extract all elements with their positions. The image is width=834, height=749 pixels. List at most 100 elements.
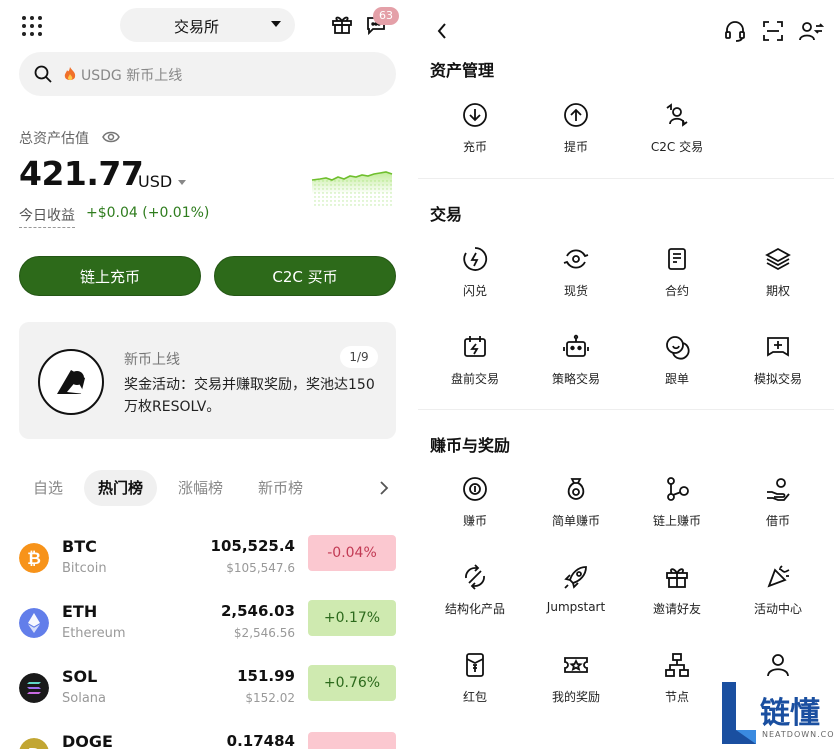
coin-symbol: DOGE	[62, 732, 113, 749]
section-title-earn: 赚币与奖励	[430, 436, 511, 455]
menu-item-label: 盘前交易	[450, 372, 499, 386]
services-screen: 资产管理 充币 提币 C2C 交易 交易 闪兑 现货 合约 期权 盘前交易 策略…	[418, 0, 834, 749]
c2c-icon	[666, 103, 688, 127]
node-icon	[665, 653, 689, 677]
menu-item-withdraw[interactable]: 提币	[526, 102, 626, 166]
resolv-logo-icon	[38, 349, 104, 415]
tab-gainers[interactable]: 涨幅榜	[178, 470, 223, 506]
search-bar[interactable]: USDG 新币上线	[19, 52, 396, 96]
menu-item-label: 策略交易	[551, 372, 600, 386]
asset-sparkline	[311, 171, 393, 208]
exchange-switch[interactable]: 交易所	[120, 8, 295, 42]
caret-down-icon[interactable]	[178, 180, 186, 185]
menu-item-label: C2C 交易	[650, 140, 704, 154]
menu-item-options[interactable]: 期权	[728, 246, 828, 310]
caret-down-icon	[271, 21, 281, 27]
menu-item-label: 链上赚币	[652, 514, 701, 528]
premarket-icon	[464, 336, 486, 357]
menu-item-label: 节点	[664, 690, 689, 704]
menu-item-invite[interactable]: 邀请好友	[627, 564, 727, 628]
menu-item-strategy[interactable]: 策略交易	[526, 334, 626, 398]
menu-item-spot[interactable]: 现货	[526, 246, 626, 310]
coin-symbol: ETH	[62, 602, 98, 621]
loan-icon	[767, 478, 790, 501]
message-badge: 63	[373, 7, 399, 25]
simple-earn-icon	[567, 478, 585, 500]
coin-symbol: BTC	[62, 537, 97, 556]
menu-item-activity-center[interactable]: 活动中心	[728, 564, 828, 628]
tab-watchlist[interactable]: 自选	[33, 470, 63, 506]
menu-item-c2c[interactable]: C2C 交易	[627, 102, 727, 166]
coin-name: Bitcoin	[62, 561, 107, 576]
promo-banner[interactable]: 新币上线 1/9 奖金活动：交易并赚取奖励，奖池达150万枚RESOLV。	[19, 322, 396, 439]
menu-item-earn[interactable]: 赚币	[425, 476, 525, 540]
tab-hot[interactable]: 热门榜	[84, 470, 158, 506]
grid-menu-icon[interactable]	[21, 15, 43, 37]
change-badge[interactable]	[308, 732, 396, 749]
table-row[interactable]: Ð DOGE 0.17484	[0, 728, 418, 749]
ethereum-icon	[19, 608, 49, 638]
search-input[interactable]: USDG 新币上线	[81, 65, 182, 85]
promo-pager: 1/9	[340, 346, 378, 368]
switch-account-icon[interactable]	[798, 20, 824, 42]
menu-item-structured[interactable]: 结构化产品	[425, 564, 525, 628]
gift-icon[interactable]	[330, 12, 354, 36]
change-badge[interactable]: +0.76%	[308, 665, 396, 701]
headset-icon[interactable]	[724, 20, 746, 42]
scan-icon[interactable]	[762, 20, 784, 42]
menu-item-deposit[interactable]: 充币	[425, 102, 525, 166]
menu-item-flash-swap[interactable]: 闪兑	[425, 246, 525, 310]
table-row[interactable]: SOL Solana 151.99 $152.02 +0.76%	[0, 663, 418, 717]
menu-item-contract[interactable]: 合约	[627, 246, 727, 310]
earn-icon	[463, 477, 487, 501]
coin-fiat-price: $105,547.6	[226, 561, 295, 575]
onchain-deposit-button[interactable]: 链上充币	[19, 256, 201, 296]
menu-item-demo-trade[interactable]: 模拟交易	[728, 334, 828, 398]
table-row[interactable]: ₿ BTC Bitcoin 105,525.4 $105,547.6 -0.04…	[0, 533, 418, 587]
svg-text:₿: ₿	[27, 549, 41, 569]
total-assets-label: 总资产估值	[19, 131, 89, 147]
back-arrow-icon[interactable]	[436, 22, 448, 40]
change-badge[interactable]: -0.04%	[308, 535, 396, 571]
menu-item-simple-earn[interactable]: 简单赚币	[526, 476, 626, 540]
menu-item-copy-trade[interactable]: 跟单	[627, 334, 727, 398]
coin-name: Solana	[62, 691, 106, 706]
currency-selector[interactable]: USD	[138, 172, 172, 191]
menu-item-label: 模拟交易	[753, 372, 802, 386]
menu-item-my-rewards[interactable]: 我的奖励	[526, 652, 626, 716]
change-badge[interactable]: +0.17%	[308, 600, 396, 636]
market-tabs: 自选 热门榜 涨幅榜 新币榜	[0, 470, 418, 506]
coin-price: 105,525.4	[210, 537, 295, 555]
menu-item-label: 充币	[462, 140, 487, 154]
section-divider	[418, 409, 834, 410]
coin-fiat-price: $152.02	[245, 691, 295, 705]
demo-trade-icon	[767, 337, 789, 357]
menu-item-red-packet[interactable]: 红包	[425, 652, 525, 716]
tab-new-listings[interactable]: 新币榜	[258, 470, 303, 506]
coin-price: 2,546.03	[220, 602, 295, 620]
menu-item-premarket[interactable]: 盘前交易	[425, 334, 525, 398]
watermark-brand: 链懂	[760, 696, 820, 731]
promo-title: 新币上线	[124, 352, 180, 368]
market-screen: 交易所 63 USDG 新币上线 总资产估值 421.77 USD 今日收益 +…	[0, 0, 418, 749]
menu-item-label: 赚币	[462, 514, 487, 528]
eye-icon[interactable]	[102, 130, 120, 144]
coin-name: Ethereum	[62, 626, 126, 641]
dogecoin-icon: Ð	[19, 738, 49, 749]
menu-item-jumpstart[interactable]: Jumpstart	[526, 564, 626, 628]
today-pnl-label[interactable]: 今日收益	[19, 205, 75, 228]
menu-item-label: 期权	[765, 284, 790, 298]
menu-item-node[interactable]: 节点	[627, 652, 727, 716]
table-row[interactable]: ETH Ethereum 2,546.03 $2,546.56 +0.17%	[0, 598, 418, 652]
menu-item-loan[interactable]: 借币	[728, 476, 828, 540]
c2c-buy-button[interactable]: C2C 买币	[214, 256, 396, 296]
menu-item-label: 我的奖励	[551, 690, 600, 704]
watermark-url: NEATDOWN.COM	[762, 730, 834, 739]
coin-price: 151.99	[237, 667, 295, 685]
chevron-right-icon[interactable]	[378, 480, 390, 496]
rocket-icon	[564, 566, 587, 589]
section-title-asset-management: 资产管理	[430, 61, 495, 80]
menu-item-label: 结构化产品	[444, 602, 505, 616]
menu-item-onchain-earn[interactable]: 链上赚币	[627, 476, 727, 540]
svg-text:Ð: Ð	[28, 745, 41, 749]
